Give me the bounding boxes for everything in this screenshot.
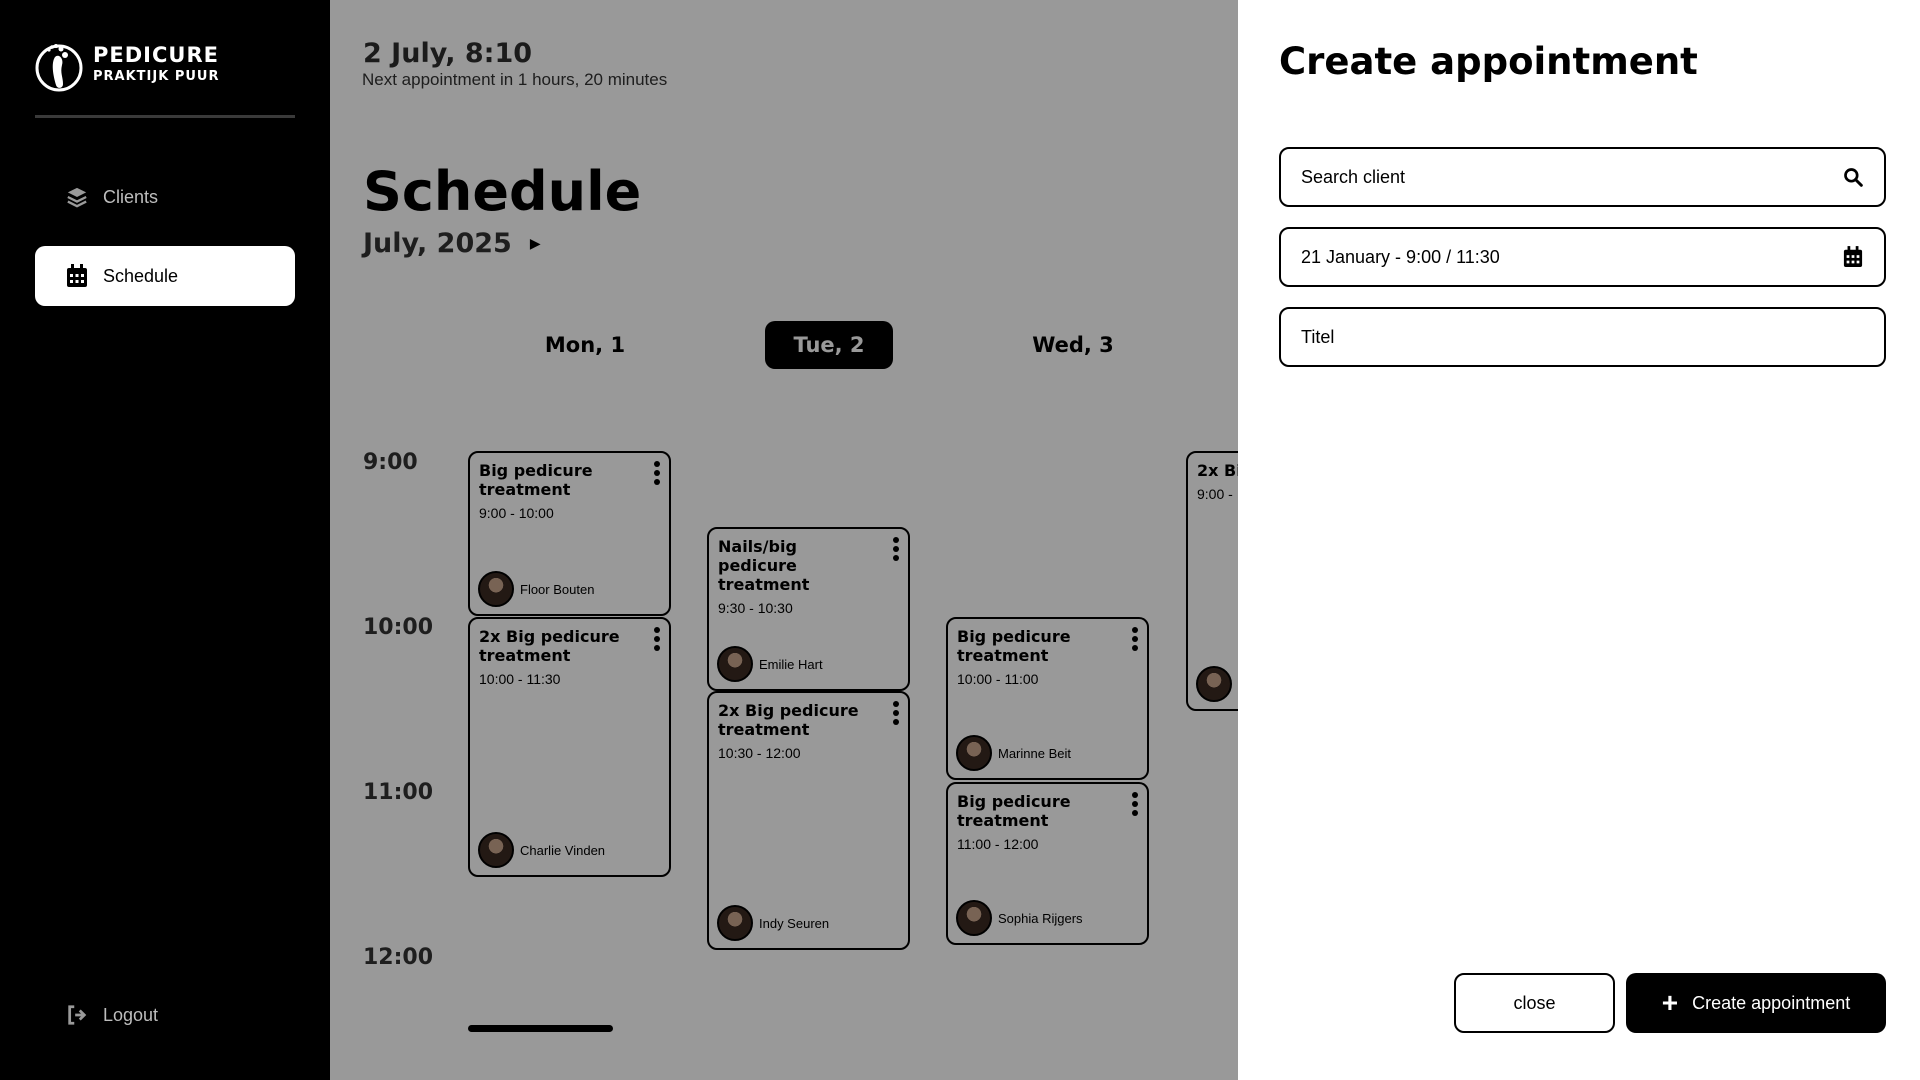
- logout-label: Logout: [103, 1004, 159, 1025]
- sidebar-item-clients[interactable]: Clients: [35, 167, 295, 227]
- date-time-value: 21 January - 9:00 / 11:30: [1301, 246, 1500, 267]
- divider: [35, 115, 295, 118]
- close-button[interactable]: close: [1454, 973, 1615, 1033]
- create-appointment-panel: Create appointment Search client 21 Janu…: [1238, 0, 1920, 1080]
- layers-icon: [65, 185, 89, 209]
- create-appointment-button[interactable]: + Create appointment: [1626, 973, 1886, 1033]
- sidebar: PEDICURE PRAKTIJK PUUR Clients Schedule …: [0, 0, 330, 1080]
- calendar-icon[interactable]: [1842, 246, 1864, 268]
- create-appointment-label: Create appointment: [1692, 992, 1851, 1013]
- calendar-icon: [65, 264, 89, 288]
- sidebar-item-label: Clients: [103, 186, 159, 207]
- brand-line1: PEDICURE: [93, 43, 219, 67]
- title-field[interactable]: Titel: [1279, 307, 1886, 367]
- title-placeholder: Titel: [1301, 326, 1335, 347]
- sidebar-item-schedule[interactable]: Schedule: [35, 246, 295, 306]
- search-icon[interactable]: [1842, 166, 1864, 188]
- panel-title: Create appointment: [1279, 40, 1698, 83]
- brand-name: PEDICURE PRAKTIJK PUUR: [93, 43, 220, 84]
- logo: PEDICURE PRAKTIJK PUUR: [35, 35, 219, 93]
- brand-line2: PRAKTIJK PUUR: [93, 69, 220, 84]
- plus-icon: +: [1661, 987, 1679, 1018]
- sidebar-item-label: Schedule: [103, 265, 179, 286]
- modal-backdrop[interactable]: [330, 0, 1238, 1080]
- search-client-field[interactable]: Search client: [1279, 147, 1886, 207]
- logout-button[interactable]: Logout: [35, 985, 295, 1045]
- search-client-placeholder: Search client: [1301, 166, 1406, 187]
- date-time-field[interactable]: 21 January - 9:00 / 11:30: [1279, 227, 1886, 287]
- logout-icon: [65, 1003, 89, 1027]
- foot-logo-icon: [35, 44, 83, 92]
